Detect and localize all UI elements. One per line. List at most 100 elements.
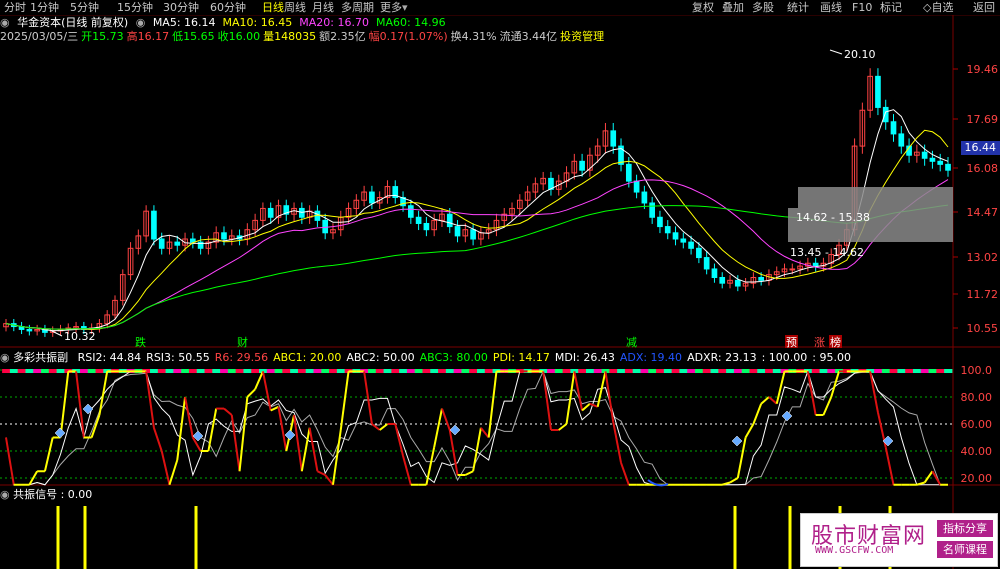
diamond-signal-icon [284, 429, 296, 441]
candle [423, 222, 430, 231]
candle [641, 191, 648, 204]
resonance-band-segment [944, 369, 953, 373]
indicator-axis-label: 60.00 [961, 418, 993, 431]
candle [267, 207, 274, 218]
rsi6-line [5, 370, 948, 486]
rsi2-segment [402, 455, 412, 486]
resonance-band-segment [173, 369, 182, 373]
price-axis-label: 14.47 [967, 206, 999, 219]
rsi2-segment [43, 437, 54, 472]
indicator-value-11: : 95.00 [812, 351, 851, 364]
candle [26, 328, 33, 332]
indicator-value-3: ABC1: 20.00 [273, 351, 342, 364]
resonance-band-segment [547, 369, 556, 373]
rsi2-segment [324, 474, 334, 486]
low-label: 10.32 [64, 330, 96, 343]
resonance-band-segment [290, 369, 299, 373]
rsi2-segment [760, 396, 770, 405]
resonance-band-segment [881, 369, 891, 373]
resonance-band-segment [920, 369, 930, 373]
resonance-band-segment [593, 369, 603, 373]
price-axis-label: 10.55 [967, 322, 999, 335]
diamond-signal-icon [449, 424, 461, 436]
candle [875, 75, 881, 108]
rsi2-segment [379, 423, 389, 431]
signal-title[interactable]: 共振信号 [13, 488, 57, 501]
rsi2-segment [558, 423, 568, 431]
indicator-title[interactable]: 多彩共振副 [13, 351, 68, 364]
candle [890, 121, 897, 135]
resonance-band-segment [430, 369, 439, 373]
rsi2-segment [752, 403, 763, 425]
rsi2-segment [254, 370, 264, 390]
resonance-band-segment [469, 369, 478, 373]
price-axis-label: 11.72 [967, 288, 999, 301]
candle [734, 279, 741, 287]
resonance-band-segment [375, 369, 385, 373]
event-marker: 榜 [830, 335, 841, 349]
candle [322, 219, 329, 234]
candle [579, 160, 585, 171]
resonance-band-segment [2, 369, 11, 373]
resonance-band-segment [406, 369, 416, 373]
resonance-band-segment [640, 369, 649, 373]
candle [610, 130, 617, 147]
candle [649, 202, 656, 218]
candle [407, 205, 414, 218]
resonance-band-segment [671, 369, 680, 373]
resonance-band-segment [251, 369, 260, 373]
resonance-band-segment [663, 369, 673, 373]
logo-badge-share: 指标分享 [937, 520, 993, 537]
rsi2-segment [75, 371, 85, 438]
resonance-band-segment [656, 369, 665, 373]
rsi2-segment [238, 396, 249, 472]
resonance-band-segment [95, 369, 104, 373]
resonance-band-segment [757, 369, 766, 373]
rsi2-segment [923, 470, 934, 484]
resonance-band-segment [827, 369, 836, 373]
watermark-logo: 股市财富网 WWW.GSCFW.COM 指标分享 名师课程 [800, 513, 998, 567]
indicator-axis-label: 80.00 [961, 391, 993, 404]
candle [937, 160, 944, 165]
resonance-band-segment [321, 369, 330, 373]
resonance-band-segment [811, 369, 821, 373]
high-label: 20.10 [844, 48, 876, 61]
resonance-band-segment [282, 369, 291, 373]
rsi2-segment [145, 371, 155, 428]
rsi2-segment [448, 429, 459, 476]
resonance-band-segment [718, 369, 727, 373]
resonance-band-segment [477, 369, 486, 373]
signal-menu-icon[interactable]: ◉ [0, 488, 10, 501]
resonance-band-segment [438, 369, 447, 373]
indicator-value-9: ADXR: 23.13 [687, 351, 757, 364]
resonance-band-segment [313, 369, 322, 373]
candle [921, 151, 928, 159]
resonance-band-segment [702, 369, 712, 373]
resonance-band-segment [765, 369, 774, 373]
indicator-axis-label: 40.00 [961, 445, 993, 458]
resonance-band-segment [453, 369, 462, 373]
indicator-menu-icon[interactable]: ◉ [0, 351, 10, 364]
rsi2-segment [152, 427, 163, 452]
logo-url: WWW.GSCFW.COM [815, 545, 894, 556]
rsi2-segment [822, 396, 833, 416]
resonance-band-segment [819, 369, 828, 373]
resonance-band-segment [56, 369, 65, 373]
resonance-band-segment [87, 369, 97, 373]
event-marker: 财 [237, 335, 248, 349]
rsi2-segment [160, 450, 171, 485]
resonance-band-segment [266, 369, 276, 373]
resonance-band-segment [772, 369, 782, 373]
signal-value: : 0.00 [60, 488, 93, 501]
resonance-band-segment [617, 369, 626, 373]
rsi2-segment [775, 371, 786, 404]
indicator-value-5: ABC3: 80.00 [419, 351, 488, 364]
resonance-band-segment [204, 369, 213, 373]
resistance-box [798, 187, 953, 208]
rsi2-segment [480, 427, 490, 439]
rsi2-segment [869, 371, 879, 413]
resonance-band-segment [624, 369, 634, 373]
resonance-band-segment [297, 369, 307, 373]
kline-chart[interactable]: 19.46 17.69 16.08 14.47 13.02 11.72 10.55 14.62… [0, 0, 1000, 569]
candle [703, 257, 710, 270]
